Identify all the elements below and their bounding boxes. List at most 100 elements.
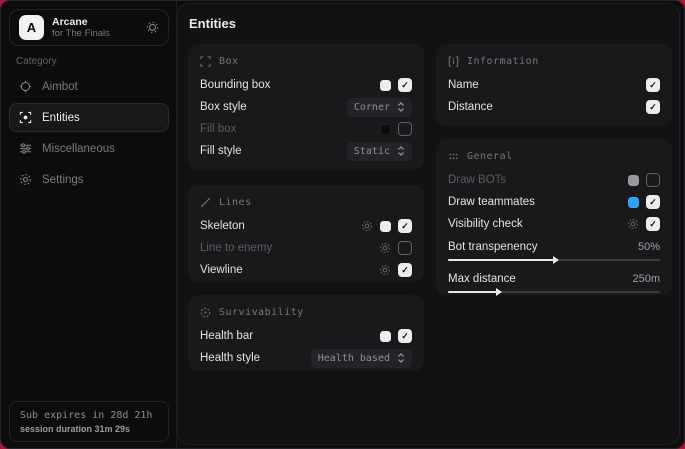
color-swatch[interactable]	[628, 175, 639, 186]
card-box: Box Bounding box ✓ Box style Corner	[188, 44, 424, 170]
setting-label: Bounding box	[200, 79, 380, 91]
setting-row-health-style: Health style Health based	[200, 347, 412, 369]
category-label: Category	[16, 56, 57, 67]
checkbox[interactable]: ✓	[398, 263, 412, 277]
page-title: Entities	[189, 16, 236, 31]
setting-label: Draw BOTs	[448, 174, 628, 186]
sidebar-nav: Aimbot Entities Miscellaneous	[9, 72, 169, 194]
setting-label: Box style	[200, 101, 347, 113]
setting-label: Health bar	[200, 330, 380, 342]
checkbox[interactable]: ✓	[398, 329, 412, 343]
slider-thumb[interactable]	[496, 288, 502, 296]
app-window: A Arcane for The Finals Category Aimbot	[0, 0, 685, 449]
brand-text: Arcane for The Finals	[52, 16, 138, 39]
sidebar-item-aimbot[interactable]: Aimbot	[9, 72, 169, 101]
checkbox[interactable]: ✓	[646, 100, 660, 114]
card-title: Lines	[219, 197, 252, 208]
main-panel: Entities Box Bounding box ✓ Box style	[177, 3, 680, 445]
slider-fill	[448, 259, 554, 261]
corner-box-icon	[200, 56, 211, 67]
checkbox[interactable]: ✓	[398, 122, 412, 136]
setting-label: Viewline	[200, 264, 379, 276]
slider-track[interactable]	[448, 291, 660, 293]
slider-value: 50%	[638, 241, 660, 253]
slider-max-distance: Max distance 250m	[448, 269, 660, 293]
fill-style-dropdown[interactable]: Static	[347, 142, 412, 161]
subscription-info-box: Sub expires in 28d 21h session duration …	[9, 401, 169, 442]
gear-icon	[18, 173, 32, 186]
card-survivability-header: Survivability	[200, 305, 412, 320]
setting-row-viewline: Viewline ✓	[200, 259, 412, 281]
setting-row-health-bar: Health bar ✓	[200, 325, 412, 347]
setting-row-bounding-box: Bounding box ✓	[200, 74, 412, 96]
checkbox[interactable]: ✓	[646, 217, 660, 231]
setting-row-box-style: Box style Corner	[200, 96, 412, 118]
slider-bot-transparency: Bot transpenency 50%	[448, 237, 660, 261]
sidebar-item-settings[interactable]: Settings	[9, 165, 169, 194]
sidebar-item-label: Settings	[42, 174, 84, 186]
chevron-up-down-icon	[397, 102, 405, 112]
gear-icon[interactable]	[379, 242, 391, 254]
entities-icon	[18, 111, 32, 124]
slider-label: Bot transpenency	[448, 241, 638, 253]
gear-icon[interactable]	[627, 218, 639, 230]
setting-row-distance: Distance ✓	[448, 96, 660, 118]
gear-icon[interactable]	[379, 264, 391, 276]
color-swatch[interactable]	[380, 221, 391, 232]
slider-track[interactable]	[448, 259, 660, 261]
survivability-icon	[200, 307, 211, 318]
setting-label: Name	[448, 79, 646, 91]
sidebar-item-label: Entities	[42, 112, 80, 124]
setting-label: Visibility check	[448, 218, 627, 230]
checkbox[interactable]: ✓	[646, 78, 660, 92]
diagonal-line-icon	[200, 197, 211, 208]
checkbox[interactable]: ✓	[398, 241, 412, 255]
card-lines: Lines Skeleton ✓ Line to enemy	[188, 185, 424, 282]
setting-label: Draw teammates	[448, 196, 628, 208]
session-duration-text: session duration 31m 29s	[20, 424, 158, 434]
sidebar-item-miscellaneous[interactable]: Miscellaneous	[9, 134, 169, 163]
health-style-dropdown[interactable]: Health based	[311, 349, 412, 368]
app-name: Arcane	[52, 16, 138, 28]
sub-expires-text: Sub expires in 28d 21h	[20, 410, 158, 421]
grid-dots-icon	[448, 151, 459, 162]
sidebar-item-label: Miscellaneous	[42, 143, 115, 155]
chevron-up-down-icon	[397, 353, 405, 363]
card-title: Information	[467, 56, 539, 67]
app-subtitle: for The Finals	[52, 28, 138, 39]
sidebar-item-entities[interactable]: Entities	[9, 103, 169, 132]
crosshair-icon	[18, 80, 32, 93]
card-box-header: Box	[200, 54, 412, 69]
color-swatch[interactable]	[628, 197, 639, 208]
sidebar: A Arcane for The Finals Category Aimbot	[1, 1, 177, 448]
setting-row-fill-box: Fill box ✓	[200, 118, 412, 140]
color-swatch[interactable]	[380, 124, 391, 135]
setting-label: Line to enemy	[200, 242, 379, 254]
checkbox[interactable]: ✓	[398, 219, 412, 233]
app-logo: A	[19, 15, 44, 40]
card-general-header: General	[448, 149, 660, 164]
card-title: Box	[219, 56, 239, 67]
box-style-dropdown[interactable]: Corner	[347, 98, 412, 117]
setting-row-skeleton: Skeleton ✓	[200, 215, 412, 237]
checkbox[interactable]: ✓	[646, 195, 660, 209]
setting-row-name: Name ✓	[448, 74, 660, 96]
card-lines-header: Lines	[200, 195, 412, 210]
gear-icon[interactable]	[361, 220, 373, 232]
checkbox[interactable]: ✓	[398, 78, 412, 92]
card-title: General	[467, 151, 513, 162]
brand-card: A Arcane for The Finals	[9, 9, 169, 46]
color-swatch[interactable]	[380, 80, 391, 91]
gear-icon[interactable]	[146, 21, 159, 34]
card-information: Information Name ✓ Distance ✓	[436, 44, 672, 126]
slider-thumb[interactable]	[553, 256, 559, 264]
color-swatch[interactable]	[380, 331, 391, 342]
setting-label: Distance	[448, 101, 646, 113]
card-title: Survivability	[219, 307, 304, 318]
setting-label: Fill style	[200, 145, 347, 157]
slider-value: 250m	[632, 273, 660, 285]
setting-row-visibility-check: Visibility check ✓	[448, 213, 660, 235]
checkbox[interactable]: ✓	[646, 173, 660, 187]
setting-row-line-to-enemy: Line to enemy ✓	[200, 237, 412, 259]
slider-label: Max distance	[448, 273, 632, 285]
